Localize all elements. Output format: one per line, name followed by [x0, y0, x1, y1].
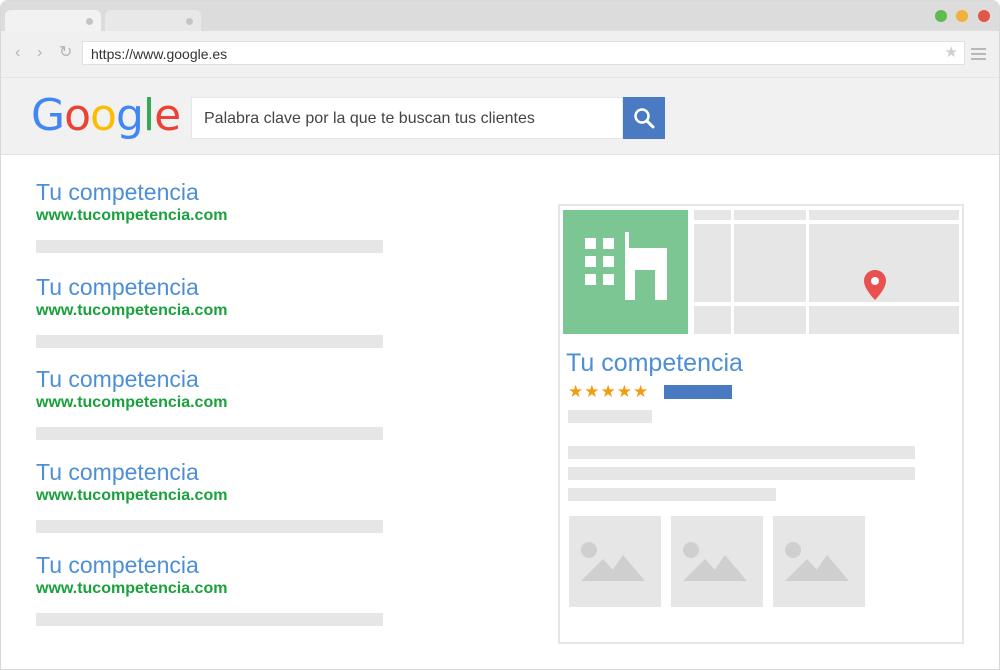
result-title[interactable]: Tu competencia	[36, 551, 383, 579]
search-result: Tu competencia www.tucompetencia.com	[36, 178, 383, 253]
search-query-text: Palabra clave por la que te buscan tus c…	[204, 110, 535, 127]
map-pin-icon[interactable]	[863, 269, 887, 301]
logo-letter: o	[64, 90, 91, 141]
result-snippet-placeholder	[36, 520, 383, 533]
image-placeholder-icon	[581, 542, 645, 581]
logo-letter: G	[31, 90, 65, 141]
result-url[interactable]: www.tucompetencia.com	[36, 393, 383, 413]
tab-close-dot[interactable]	[86, 18, 93, 25]
logo-letter: e	[154, 90, 181, 141]
tab-close-dot[interactable]	[186, 18, 193, 25]
business-name[interactable]: Tu competencia	[566, 348, 743, 378]
map-preview[interactable]	[694, 210, 959, 334]
result-url[interactable]: www.tucompetencia.com	[36, 579, 383, 599]
search-result: Tu competencia www.tucompetencia.com	[36, 551, 383, 626]
browser-toolbar: ‹ › ↻ https://www.google.es ★	[1, 31, 999, 78]
search-result: Tu competencia www.tucompetencia.com	[36, 365, 383, 440]
business-photo[interactable]	[563, 210, 688, 334]
image-placeholder-icon	[683, 542, 747, 581]
result-title[interactable]: Tu competencia	[36, 178, 383, 206]
logo-letter: o	[90, 90, 117, 141]
photo-thumbnail[interactable]	[773, 516, 865, 607]
tab-bar	[1, 1, 999, 31]
business-panel: Tu competencia ★★★★★	[558, 204, 964, 644]
search-icon	[634, 108, 655, 129]
search-result: Tu competencia www.tucompetencia.com	[36, 273, 383, 348]
forward-arrow-icon[interactable]: ›	[37, 45, 42, 61]
address-bar[interactable]: https://www.google.es ★	[82, 41, 965, 65]
result-snippet-placeholder	[36, 335, 383, 348]
search-button[interactable]	[623, 97, 665, 139]
reviews-link-placeholder[interactable]	[664, 385, 732, 399]
browser-tab-1[interactable]	[5, 10, 101, 31]
browser-tab-2[interactable]	[105, 10, 201, 31]
result-title[interactable]: Tu competencia	[36, 365, 383, 393]
result-snippet-placeholder	[36, 613, 383, 626]
text-placeholder	[568, 467, 915, 480]
building-icon	[585, 232, 667, 300]
browser-window: ‹ › ↻ https://www.google.es ★ Google Pal…	[0, 0, 1000, 670]
result-snippet-placeholder	[36, 427, 383, 440]
close-button[interactable]	[978, 10, 990, 22]
search-input[interactable]: Palabra clave por la que te buscan tus c…	[191, 97, 623, 139]
maximize-button[interactable]	[935, 10, 947, 22]
result-url[interactable]: www.tucompetencia.com	[36, 206, 383, 226]
search-result: Tu competencia www.tucompetencia.com	[36, 458, 383, 533]
bookmark-star-icon[interactable]: ★	[945, 44, 958, 62]
text-placeholder	[568, 446, 915, 459]
photo-thumbnail[interactable]	[671, 516, 763, 607]
result-title[interactable]: Tu competencia	[36, 458, 383, 486]
text-placeholder	[568, 410, 652, 423]
google-header: Google Palabra clave por la que te busca…	[1, 78, 999, 155]
result-url[interactable]: www.tucompetencia.com	[36, 486, 383, 506]
image-placeholder-icon	[785, 542, 849, 581]
result-snippet-placeholder	[36, 240, 383, 253]
result-url[interactable]: www.tucompetencia.com	[36, 301, 383, 321]
hamburger-menu-icon[interactable]	[971, 48, 986, 63]
text-placeholder	[568, 488, 776, 501]
minimize-button[interactable]	[956, 10, 968, 22]
url-text: https://www.google.es	[91, 46, 228, 62]
result-title[interactable]: Tu competencia	[36, 273, 383, 301]
reload-icon[interactable]: ↻	[59, 45, 72, 61]
rating-stars: ★★★★★	[568, 382, 650, 401]
google-logo[interactable]: Google	[31, 90, 181, 142]
photo-thumbnail[interactable]	[569, 516, 661, 607]
back-arrow-icon[interactable]: ‹	[15, 45, 20, 61]
logo-letter: g	[115, 90, 144, 141]
logo-letter: l	[142, 90, 155, 141]
